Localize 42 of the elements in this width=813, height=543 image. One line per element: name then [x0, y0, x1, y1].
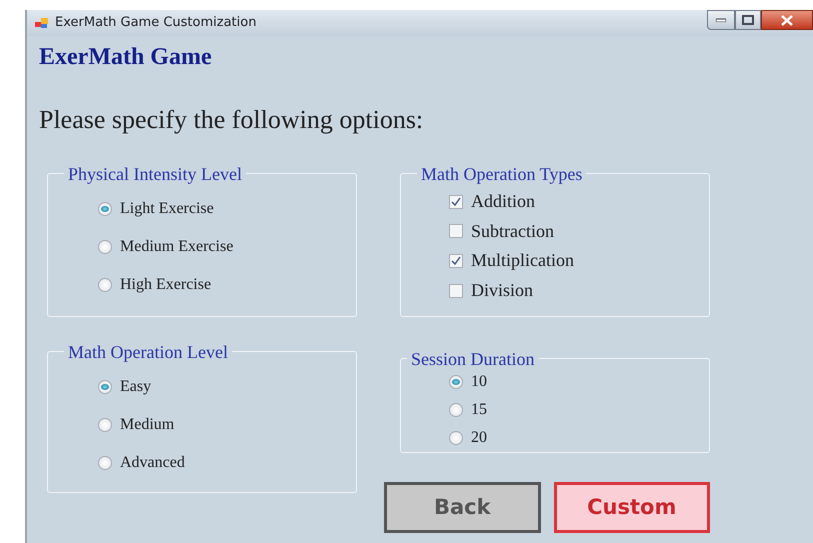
back-button[interactable]: Back [384, 482, 540, 533]
radio-button[interactable] [98, 418, 112, 432]
radio-button[interactable] [449, 430, 463, 445]
option-label[interactable]: Light Exercise [120, 198, 214, 218]
instruction-text: Please specify the following options: [39, 106, 424, 135]
option-label[interactable]: 10 [471, 372, 487, 392]
radio-button[interactable] [98, 240, 112, 254]
maximize-icon [742, 15, 754, 25]
checkbox[interactable] [449, 194, 463, 209]
option-label[interactable]: Subtraction [471, 220, 554, 242]
radio-button[interactable] [98, 380, 112, 394]
close-icon [781, 14, 793, 26]
option-label[interactable]: 20 [471, 428, 487, 448]
checkbox[interactable] [449, 254, 463, 268]
minimize-icon [716, 18, 726, 22]
radio-button[interactable] [98, 202, 112, 216]
checkbox[interactable] [449, 224, 463, 238]
radio-button[interactable] [449, 374, 463, 389]
option-label[interactable]: Advanced [120, 453, 185, 473]
radio-button[interactable] [98, 278, 112, 292]
minimize-button[interactable] [707, 10, 735, 30]
custom-button[interactable]: Custom [554, 482, 710, 533]
option-label[interactable]: 15 [471, 400, 487, 420]
checkbox[interactable] [449, 284, 463, 298]
group-title: Math Operation Level [67, 342, 229, 361]
option-label[interactable]: Medium Exercise [120, 237, 234, 256]
option-label[interactable]: High Exercise [120, 275, 212, 295]
option-label[interactable]: Multiplication [471, 250, 574, 272]
option-label[interactable]: Division [471, 280, 534, 302]
group-title: Physical Intensity Level [67, 164, 243, 183]
app-icon [35, 17, 49, 29]
option-label[interactable]: Easy [120, 376, 152, 396]
radio-button[interactable] [98, 456, 112, 470]
app-heading: ExerMath Game [39, 44, 213, 70]
group-title: Session Duration [410, 350, 536, 368]
window-title: ExerMath Game Customization [55, 14, 256, 32]
close-button[interactable] [761, 10, 813, 30]
group-title: Math Operation Types [420, 164, 584, 183]
option-label[interactable]: Addition [471, 190, 536, 213]
option-label[interactable]: Medium [120, 415, 174, 434]
maximize-button[interactable] [735, 10, 761, 30]
radio-button[interactable] [449, 402, 463, 417]
